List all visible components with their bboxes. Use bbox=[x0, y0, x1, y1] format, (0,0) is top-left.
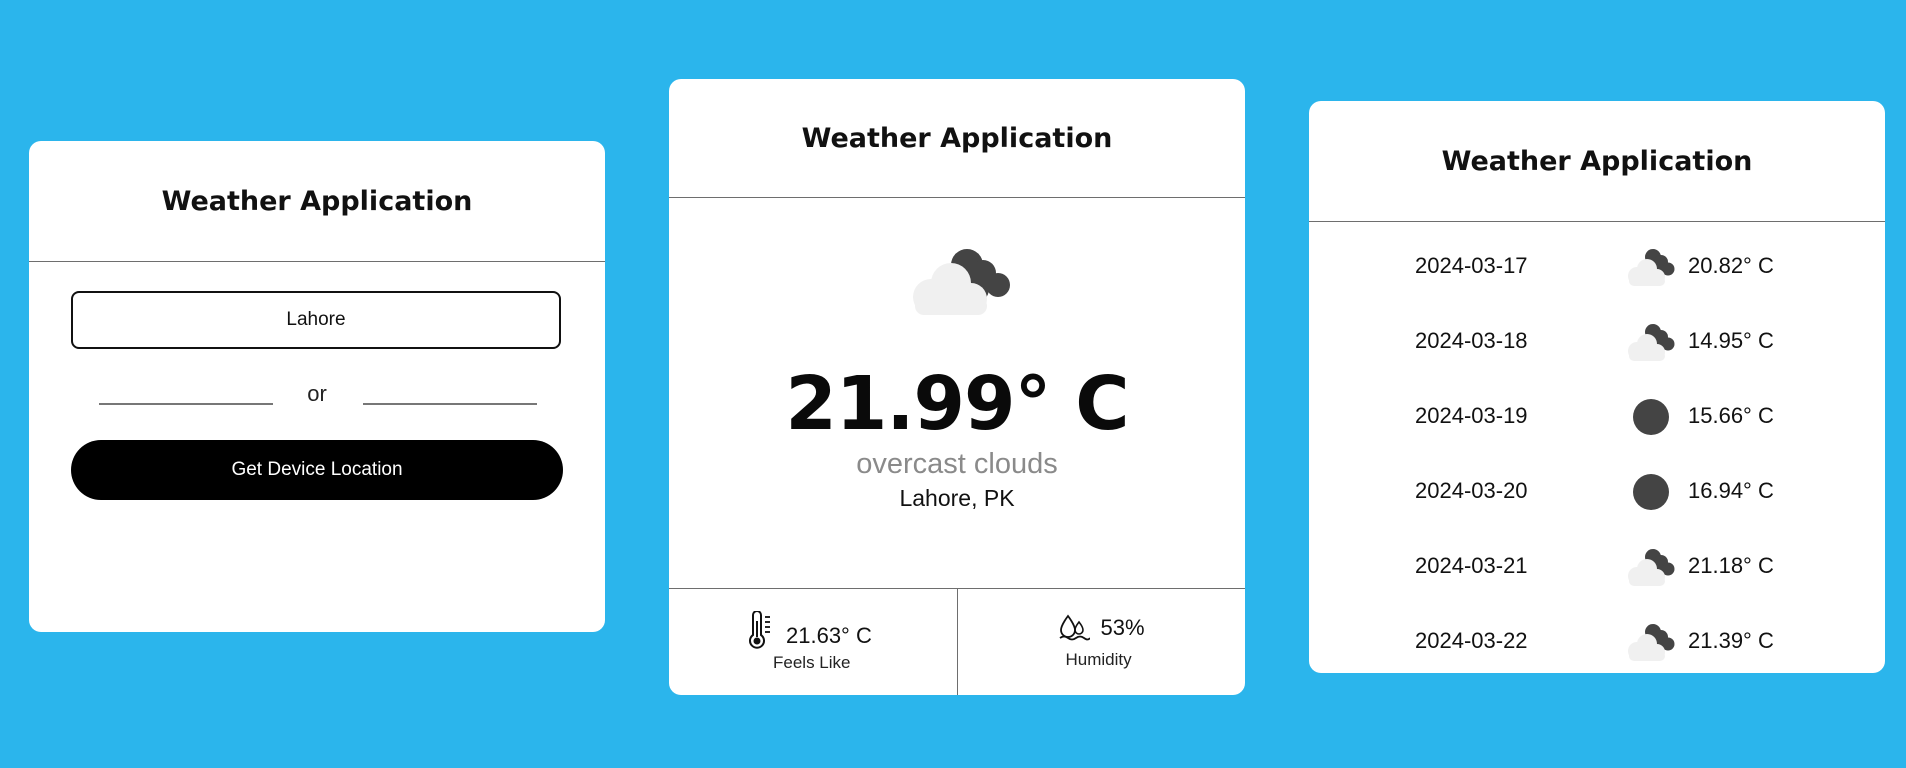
dark-circle-icon bbox=[1623, 395, 1679, 439]
forecast-temp: 16.94° C bbox=[1688, 478, 1774, 503]
humidity-icon bbox=[1058, 614, 1090, 641]
search-card-title: Weather Application bbox=[29, 141, 605, 262]
or-divider-left bbox=[99, 403, 273, 405]
city-input[interactable] bbox=[71, 291, 561, 349]
broken-clouds-icon bbox=[1623, 620, 1679, 664]
location-label: Lahore, PK bbox=[899, 485, 1015, 511]
forecast-temp: 21.39° C bbox=[1688, 628, 1774, 653]
or-label: or bbox=[307, 381, 327, 406]
current-card-title: Weather Application bbox=[669, 79, 1245, 198]
forecast-card: Weather Application 2024-03-17 20.82° C 20… bbox=[1309, 101, 1885, 673]
current-weather-card: Weather Application 21.99° C overcast cl… bbox=[669, 79, 1245, 695]
search-card: Weather Application or Get Device Locati… bbox=[29, 141, 605, 632]
forecast-temp: 14.95° C bbox=[1688, 328, 1774, 353]
forecast-date: 2024-03-22 bbox=[1415, 628, 1528, 653]
current-temperature: 21.99° C bbox=[785, 361, 1129, 447]
forecast-row: 2024-03-17 20.82° C bbox=[1309, 231, 1885, 306]
forecast-temp: 20.82° C bbox=[1688, 253, 1774, 278]
forecast-temp: 21.18° C bbox=[1688, 553, 1774, 578]
forecast-date: 2024-03-18 bbox=[1415, 328, 1528, 353]
feels-like-value: 21.63° C bbox=[786, 623, 872, 648]
forecast-row: 2024-03-20 16.94° C bbox=[1309, 456, 1885, 531]
humidity-label: Humidity bbox=[1065, 650, 1132, 669]
forecast-date: 2024-03-21 bbox=[1415, 553, 1528, 578]
humidity-value: 53% bbox=[1100, 615, 1145, 640]
forecast-date: 2024-03-19 bbox=[1415, 403, 1528, 428]
broken-clouds-icon bbox=[1623, 320, 1679, 364]
broken-clouds-icon bbox=[1623, 245, 1679, 289]
forecast-date: 2024-03-20 bbox=[1415, 478, 1528, 503]
weather-description: overcast clouds bbox=[856, 448, 1058, 480]
forecast-row: 2024-03-18 14.95° C bbox=[1309, 306, 1885, 381]
humidity-panel: 53% Humidity bbox=[956, 589, 1246, 695]
thermometer-icon bbox=[749, 611, 770, 649]
get-device-location-button[interactable]: Get Device Location bbox=[71, 440, 563, 500]
broken-clouds-icon bbox=[913, 249, 1010, 315]
or-divider-right bbox=[363, 403, 537, 405]
forecast-date: 2024-03-17 bbox=[1415, 253, 1528, 278]
feels-like-panel: 21.63° C Feels Like bbox=[669, 589, 957, 695]
dark-circle-icon bbox=[1623, 470, 1679, 514]
forecast-temp: 15.66° C bbox=[1688, 403, 1774, 428]
forecast-card-title: Weather Application bbox=[1309, 101, 1885, 222]
forecast-row: 2024-03-21 21.18° C bbox=[1309, 531, 1885, 606]
forecast-row: 2024-03-19 15.66° C bbox=[1309, 381, 1885, 456]
broken-clouds-icon bbox=[1623, 545, 1679, 589]
current-stats-row: 21.63° C Feels Like 53% Humidity bbox=[669, 588, 1245, 695]
forecast-row: 2024-03-22 21.39° C bbox=[1309, 606, 1885, 673]
feels-like-label: Feels Like bbox=[773, 653, 851, 672]
